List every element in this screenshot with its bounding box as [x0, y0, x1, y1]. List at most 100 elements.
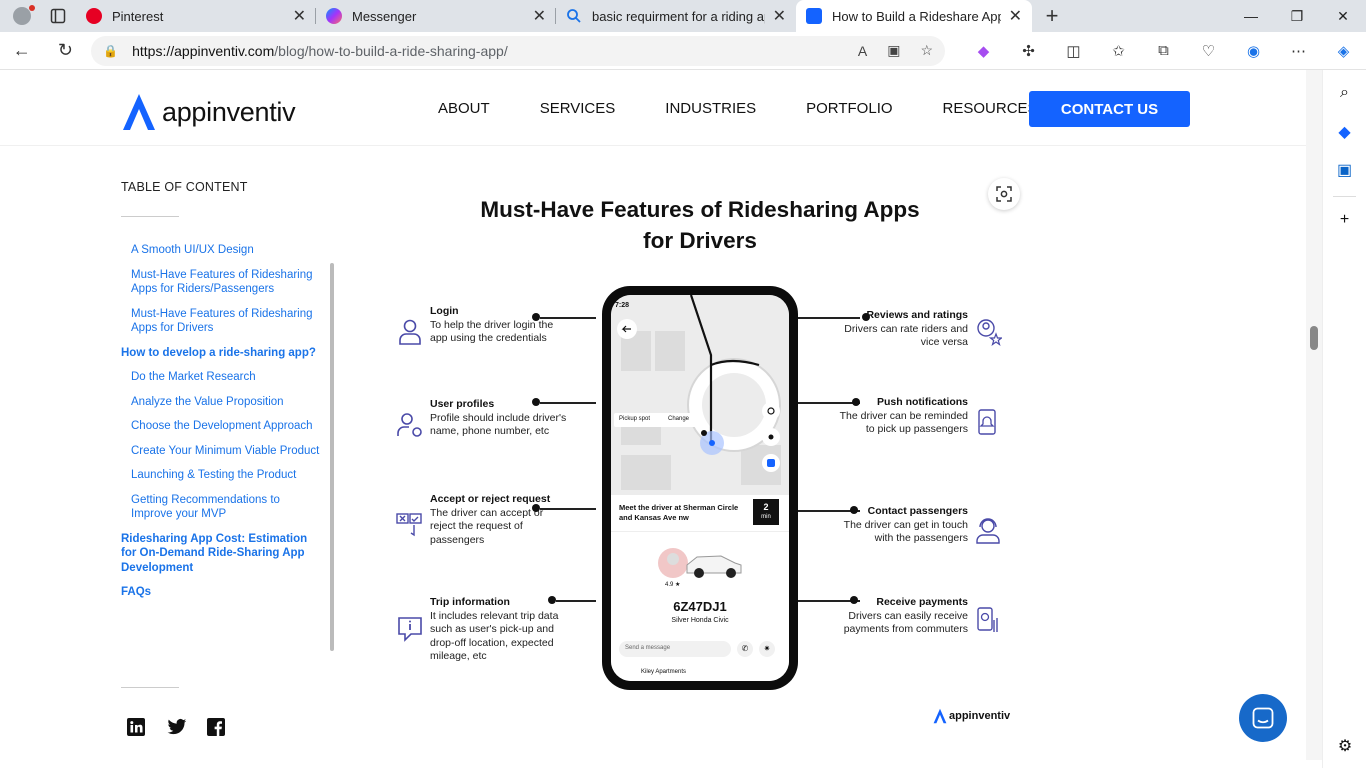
toc-item[interactable]: A Smooth UI/UX Design [121, 243, 321, 258]
nav-industries[interactable]: INDUSTRIES [665, 100, 756, 117]
contact-us-button[interactable]: CONTACT US [1029, 91, 1190, 127]
page-scrollbar[interactable] [1306, 70, 1322, 760]
immersive-reader-icon[interactable]: ▣ [887, 42, 900, 59]
edge-icon[interactable]: ◉ [1231, 42, 1276, 60]
scroll-thumb[interactable] [1310, 326, 1318, 350]
copilot-sidebar-icon[interactable]: ◆ [1323, 122, 1366, 146]
toc-item[interactable]: Must-Have Features of Ridesharing Apps f… [121, 268, 321, 297]
connector-dot [532, 313, 540, 321]
nav-portfolio[interactable]: PORTFOLIO [806, 100, 892, 117]
back-icon[interactable]: ← [0, 40, 44, 61]
twitter-icon[interactable] [167, 718, 187, 736]
feature-login: Login To help the driver login the app us… [430, 305, 554, 344]
read-aloud-icon[interactable]: A [858, 43, 867, 59]
toc-item[interactable]: Create Your Minimum Viable Product [121, 444, 321, 459]
chat-launcher-button[interactable] [1239, 694, 1287, 742]
tab-search[interactable]: basic requirment for a riding app ✕ [556, 0, 796, 32]
close-icon[interactable]: ✕ [533, 6, 546, 26]
toc-divider [121, 216, 179, 217]
toc-item[interactable]: Launching & Testing the Product [121, 468, 321, 483]
address-bar-row: ← ↻ 🔒 https://appinventiv.com/blog/how-t… [0, 32, 1366, 70]
infographic-title: Must-Have Features of Ridesharing Apps f… [380, 194, 1020, 256]
nav-services[interactable]: SERVICES [540, 100, 616, 117]
site-logo[interactable]: appinventiv [122, 92, 296, 132]
linkedin-icon[interactable] [127, 718, 145, 736]
appinventiv-logo-icon [123, 94, 155, 130]
title-line-2: for Drivers [643, 228, 757, 253]
close-window-icon[interactable]: ✕ [1320, 8, 1366, 25]
pinterest-icon [86, 8, 102, 24]
tab-pinterest[interactable]: Pinterest ✕ [76, 0, 316, 32]
send-message-field: Send a message [619, 641, 731, 657]
toc-divider-bottom [121, 687, 179, 688]
profile-avatar[interactable] [0, 0, 40, 32]
collections-icon[interactable]: ⧉ [1141, 42, 1186, 60]
connector-dot [532, 398, 540, 406]
nav-resources[interactable]: RESOURCES [943, 100, 1038, 117]
tab-actions-icon[interactable] [40, 0, 76, 32]
feature-accept-reject: Accept or reject request The driver can a… [430, 493, 551, 546]
connector-dot [532, 504, 540, 512]
facebook-icon[interactable] [207, 718, 225, 736]
phone-screen: 7:28 Pickup spot Change Meet the driver … [611, 295, 789, 681]
feature-user-profiles: User profiles Profile should include driv… [430, 398, 567, 437]
copilot-extension-icon[interactable]: ◆ [961, 42, 1006, 60]
tab-title: basic requirment for a riding app [592, 8, 765, 24]
toc-item[interactable]: Getting Recommendations to Improve your … [121, 493, 321, 522]
login-user-icon [399, 319, 421, 345]
tab-title: Pinterest [112, 8, 164, 24]
logo-text: appinventiv [162, 96, 296, 127]
extensions-icon[interactable]: ✣ [1006, 42, 1051, 60]
url-field[interactable]: 🔒 https://appinventiv.com/blog/how-to-bu… [91, 35, 946, 66]
pickup-label: Pickup spot [619, 416, 651, 422]
toc-list: A Smooth UI/UX Design Must-Have Features … [121, 243, 321, 600]
split-screen-icon[interactable]: ◫ [1051, 42, 1096, 60]
infographic-brand: appinventiv [933, 708, 1010, 724]
connector-line [798, 402, 860, 404]
url-host: https://appinventiv.com [132, 42, 275, 59]
restore-icon[interactable]: ❐ [1274, 8, 1320, 25]
tab-title: Messenger [352, 8, 417, 24]
close-icon[interactable]: ✕ [1009, 6, 1022, 26]
license-plate: 6Z47DJ1 [673, 599, 727, 614]
nav-about[interactable]: ABOUT [438, 100, 490, 117]
copilot-icon[interactable]: ◈ [1321, 42, 1366, 60]
toc-item[interactable]: Must-Have Features of Ridesharing Apps f… [121, 307, 321, 336]
refresh-icon[interactable]: ↻ [44, 40, 88, 61]
feature-reviews-ratings: Reviews and ratings Drivers can rate ride… [844, 309, 968, 348]
close-icon[interactable]: ✕ [773, 6, 786, 26]
ride-sheet: Meet the driver at Sherman Circle and Ka… [611, 495, 789, 681]
toc-item[interactable]: Do the Market Research [121, 370, 321, 385]
destination-label: Kiley Apartments [641, 669, 687, 675]
user-profile-icon [397, 413, 422, 437]
push-notification-icon [978, 409, 996, 435]
tab-appinventiv[interactable]: How to Build a Rideshare App? F ✕ [796, 0, 1032, 32]
performance-icon[interactable]: ♡ [1186, 42, 1231, 60]
favorites-icon[interactable]: ✩ [1096, 42, 1141, 60]
toc-item[interactable]: FAQs [121, 585, 321, 600]
change-link: Change [668, 416, 690, 422]
toc-item[interactable]: Analyze the Value Proposition [121, 395, 321, 410]
favorite-star-icon[interactable]: ☆ [920, 42, 933, 59]
outlook-icon[interactable]: ▣ [1323, 160, 1366, 184]
add-sidebar-icon[interactable]: + [1323, 211, 1366, 235]
accept-reject-icon [396, 513, 422, 537]
toc-item[interactable]: Choose the Development Approach [121, 419, 321, 434]
connector-line [540, 317, 596, 319]
toc-item[interactable]: Ridesharing App Cost: Estimation for On-… [121, 532, 321, 576]
chat-icon [1252, 707, 1274, 729]
search-icon[interactable]: ⌕ [1323, 84, 1366, 108]
browser-tab-bar: Pinterest ✕ Messenger ✕ basic requirment… [0, 0, 1366, 32]
more-menu-icon[interactable]: ⋯ [1276, 42, 1321, 60]
new-tab-button[interactable]: + [1032, 3, 1072, 29]
lock-icon[interactable]: 🔒 [103, 44, 118, 58]
close-icon[interactable]: ✕ [293, 6, 306, 26]
visual-search-icon[interactable] [988, 178, 1020, 210]
tab-messenger[interactable]: Messenger ✕ [316, 0, 556, 32]
minimize-icon[interactable]: — [1228, 8, 1274, 25]
toc-item[interactable]: How to develop a ride-sharing app? [121, 346, 321, 361]
sidebar-settings-icon[interactable]: ⚙ [1323, 736, 1366, 760]
car-avatar-icon [658, 548, 742, 578]
url-path: /blog/how-to-build-a-ride-sharing-app/ [274, 42, 508, 59]
toc-scrollbar[interactable] [330, 263, 334, 651]
